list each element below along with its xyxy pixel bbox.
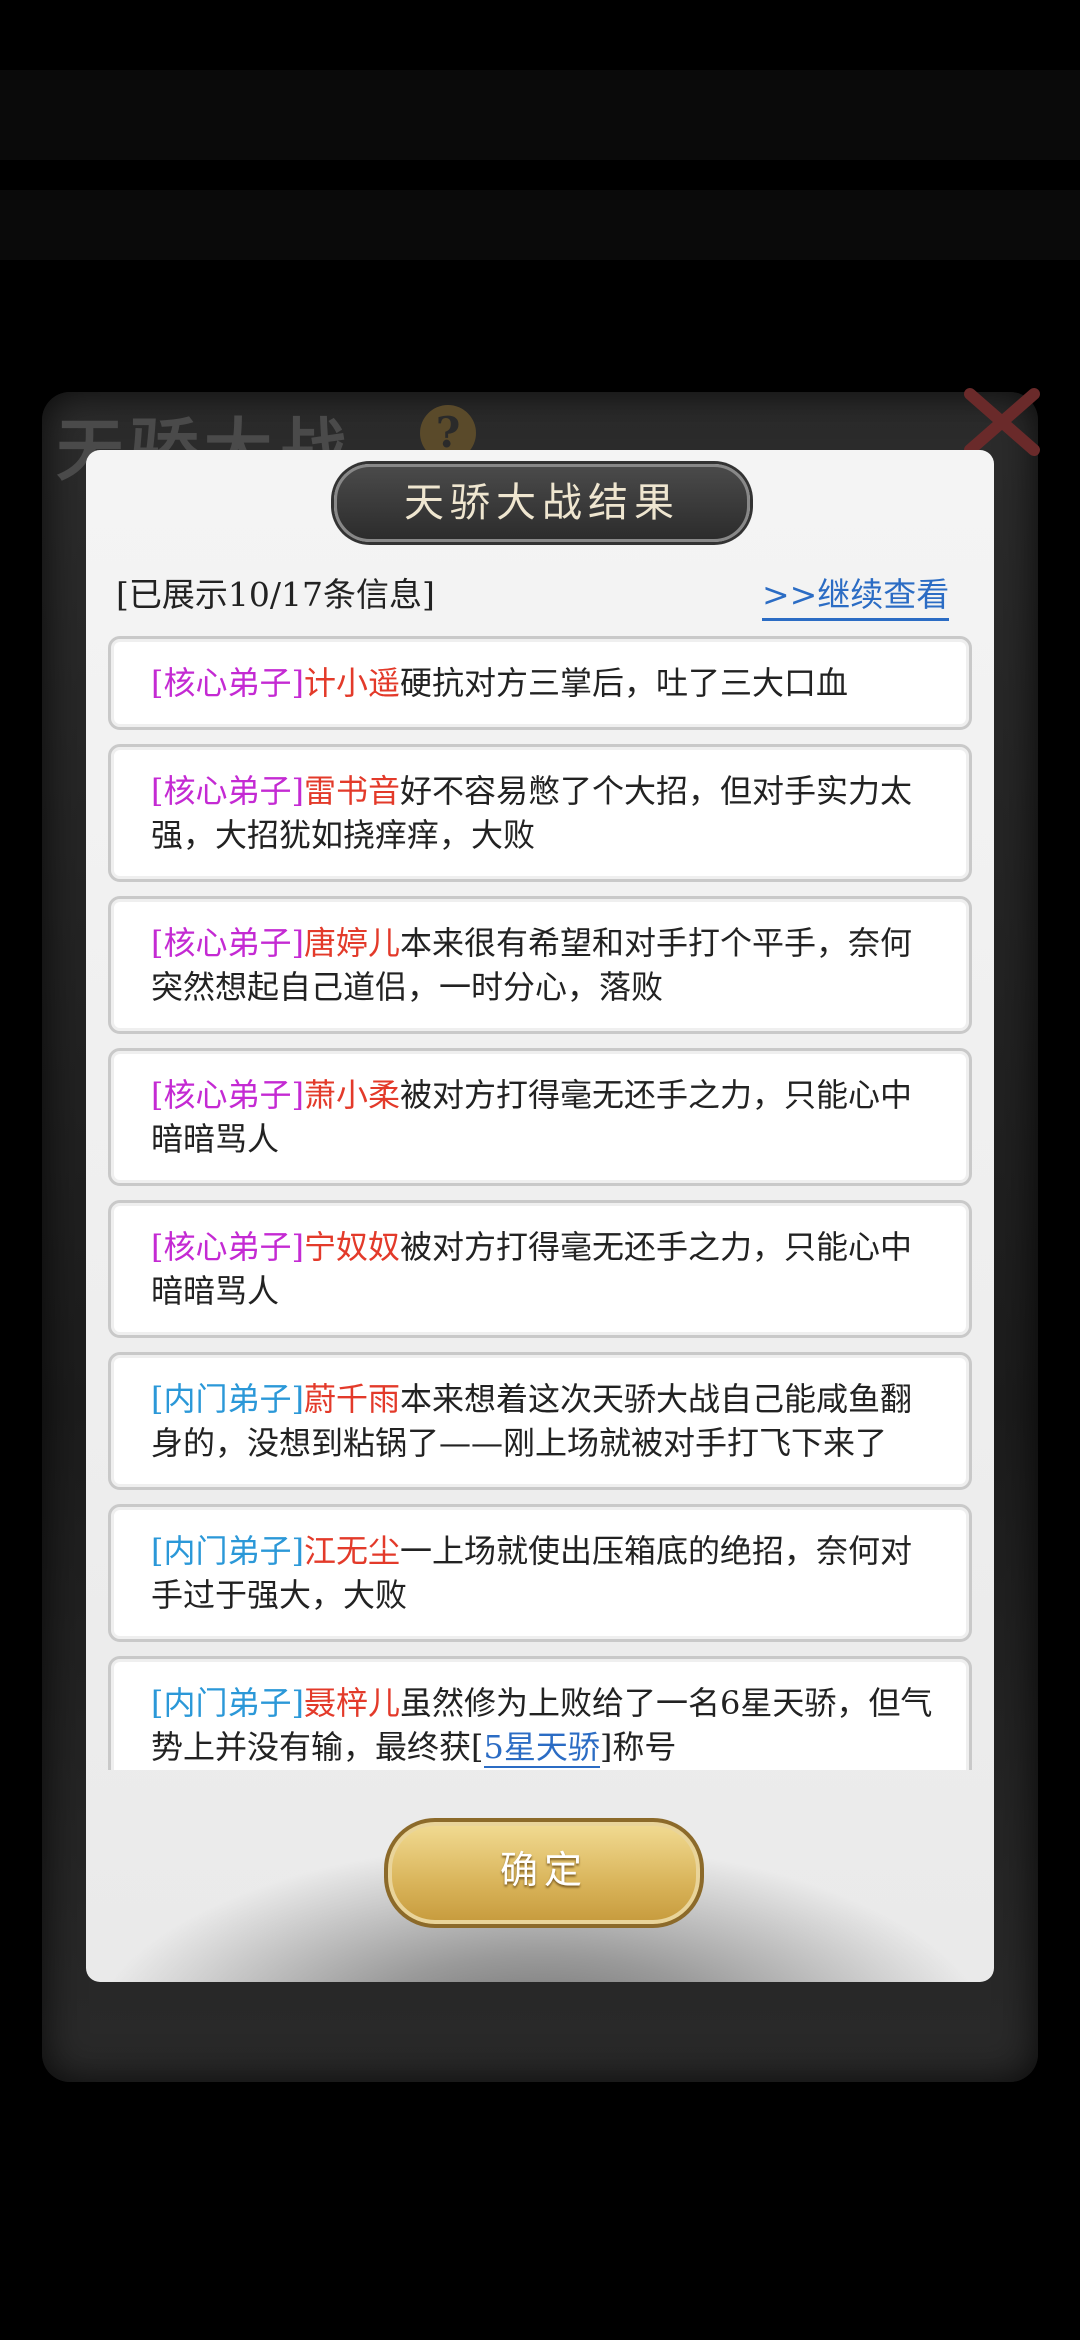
disciple-name: 宁奴奴 <box>303 1228 400 1266</box>
disciple-rank-bracket: [ <box>151 1076 164 1114</box>
disciple-rank: 核心弟子 <box>163 772 292 810</box>
result-text: 硬抗对方三掌后，吐了三大口血 <box>400 664 849 702</box>
disciple-rank: 核心弟子 <box>163 664 292 702</box>
disciple-rank: 内门弟子 <box>163 1684 292 1722</box>
disciple-rank-bracket: ] <box>291 1684 304 1722</box>
dialog-title: 天骄大战结果 <box>334 464 750 542</box>
disciple-rank-bracket: ] <box>291 664 304 702</box>
disciple-rank-bracket: [ <box>151 1684 164 1722</box>
disciple-rank-bracket: [ <box>151 1228 164 1266</box>
disciple-rank: 核心弟子 <box>163 1076 292 1114</box>
result-card: [核心弟子]宁奴奴被对方打得毫无还手之力，只能心中暗暗骂人 <box>108 1200 972 1338</box>
disciple-name: 聂梓儿 <box>303 1684 400 1722</box>
result-list[interactable]: [核心弟子]计小遥硬抗对方三掌后，吐了三大口血 [核心弟子]雷书音好不容易憋了个大… <box>108 636 972 1770</box>
disciple-rank-bracket: ] <box>291 1228 304 1266</box>
result-card: [内门弟子]江无尘一上场就使出压箱底的绝招，奈何对手过于强大，大败 <box>108 1504 972 1642</box>
disciple-rank: 内门弟子 <box>163 1532 292 1570</box>
info-count: [已展示10/17条信息] <box>116 575 435 614</box>
confirm-button[interactable]: 确定 <box>384 1818 704 1928</box>
disciple-name: 萧小柔 <box>303 1076 400 1114</box>
disciple-rank: 核心弟子 <box>163 924 292 962</box>
disciple-rank-bracket: ] <box>291 1532 304 1570</box>
result-card: [核心弟子]唐婷儿本来很有希望和对手打个平手，奈何突然想起自己道侣，一时分心，落… <box>108 896 972 1034</box>
disciple-rank: 内门弟子 <box>163 1380 292 1418</box>
result-card: [内门弟子]蔚千雨本来想着这次天骄大战自己能咸鱼翻身的，没想到粘锅了——刚上场就… <box>108 1352 972 1490</box>
result-text-suffix: 称号 <box>612 1728 677 1766</box>
disciple-rank-bracket: ] <box>291 1380 304 1418</box>
disciple-rank-bracket: [ <box>151 664 164 702</box>
disciple-name: 唐婷儿 <box>303 924 400 962</box>
disciple-rank-bracket: ] <box>291 1076 304 1114</box>
disciple-rank-bracket: [ <box>151 1380 164 1418</box>
disciple-name: 计小遥 <box>303 664 400 702</box>
disciple-name: 雷书音 <box>303 772 400 810</box>
result-card: [内门弟子]聂梓儿虽然修为上败给了一名6星天骄，但气势上并没有输，最终获[5星天… <box>108 1656 972 1770</box>
disciple-name: 江无尘 <box>303 1532 400 1570</box>
disciple-name: 蔚千雨 <box>303 1380 400 1418</box>
background-stripe <box>0 70 1080 160</box>
disciple-rank-bracket: [ <box>151 924 164 962</box>
disciple-rank-bracket: [ <box>151 1532 164 1570</box>
result-card: [核心弟子]萧小柔被对方打得毫无还手之力，只能心中暗暗骂人 <box>108 1048 972 1186</box>
disciple-rank-bracket: ] <box>291 924 304 962</box>
background-stripe <box>0 190 1080 260</box>
result-card: [核心弟子]计小遥硬抗对方三掌后，吐了三大口血 <box>108 636 972 730</box>
continue-view-link[interactable]: >>继续查看 <box>762 568 950 621</box>
disciple-rank: 核心弟子 <box>163 1228 292 1266</box>
title-link[interactable]: 5星天骄 <box>483 1728 600 1768</box>
result-card: [核心弟子]雷书音好不容易憋了个大招，但对手实力太强，大招犹如挠痒痒，大败 <box>108 744 972 882</box>
disciple-rank-bracket: ] <box>291 772 304 810</box>
disciple-rank-bracket: [ <box>151 772 164 810</box>
